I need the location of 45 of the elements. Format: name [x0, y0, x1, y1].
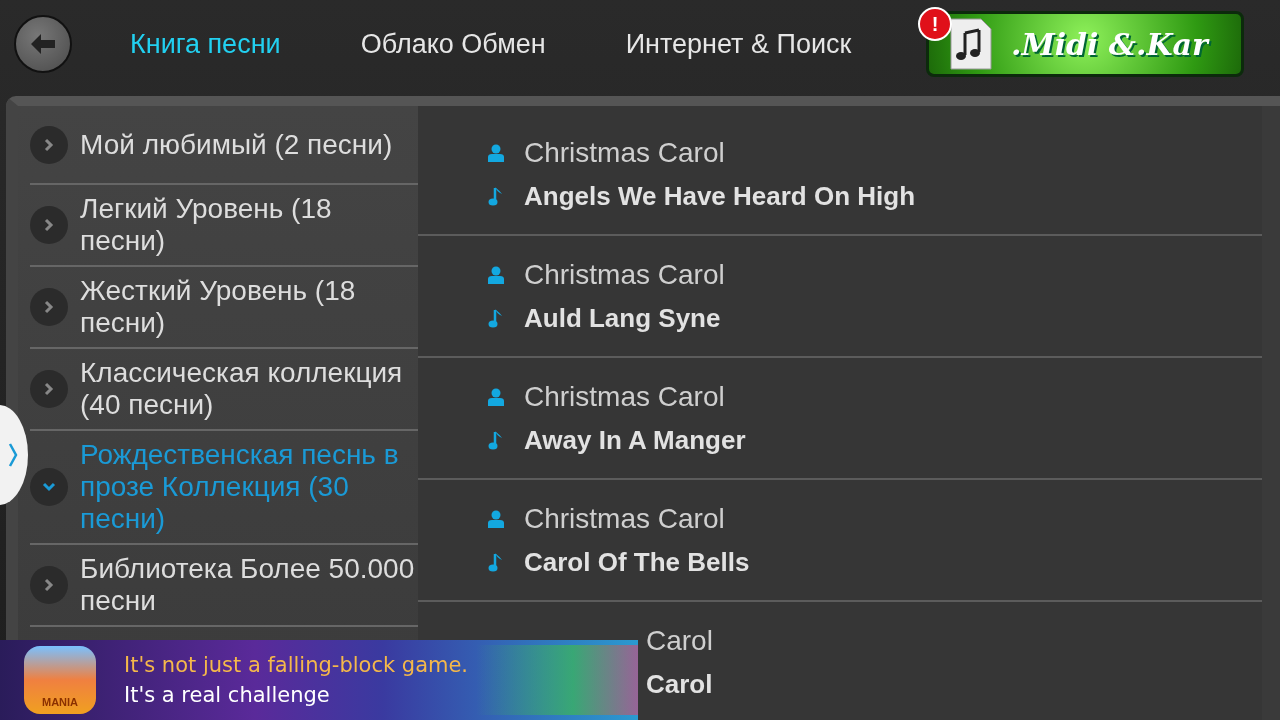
- song-item[interactable]: Christmas Carol Carol Of The Bells: [418, 480, 1262, 602]
- alert-badge: !: [918, 7, 952, 41]
- chevron-right-icon: [8, 442, 18, 468]
- song-item[interactable]: Carol Carol: [640, 602, 1262, 720]
- chevron-right-icon: [30, 125, 68, 164]
- song-item[interactable]: Christmas Carol Away In A Manger: [418, 358, 1262, 480]
- back-arrow-icon: [31, 34, 55, 54]
- category-item[interactable]: Классическая коллекция (40 песни): [30, 349, 418, 431]
- person-icon: [488, 509, 504, 528]
- song-item[interactable]: Christmas Carol Auld Lang Syne: [418, 236, 1262, 358]
- category-item[interactable]: Легкий Уровень (18 песни): [30, 185, 418, 267]
- tab[interactable]: Книга песни: [114, 28, 321, 60]
- chevron-right-icon: [30, 370, 68, 408]
- artist-name: Christmas Carol: [524, 380, 725, 413]
- song-title: Auld Lang Syne: [524, 302, 721, 334]
- category-item[interactable]: Библиотека Более 50.000 песни: [30, 545, 418, 627]
- tab[interactable]: Облако Обмен: [320, 28, 586, 60]
- song-title: Away In A Manger: [524, 424, 746, 456]
- ad-tagline: It's a real challenge: [124, 682, 331, 709]
- music-note-icon: [488, 308, 504, 328]
- person-icon: [488, 387, 504, 406]
- chevron-right-icon: [30, 288, 68, 326]
- ad-banner[interactable]: MANIA It's not just a falling-block game. It's a real challenge: [0, 640, 638, 720]
- chevron-right-icon: [30, 206, 68, 244]
- chevron-down-icon: [30, 468, 68, 506]
- category-item[interactable]: Жесткий Уровень (18 песни): [30, 267, 418, 349]
- music-note-icon: [488, 430, 504, 450]
- ad-headline: It's not just a falling-block game.: [124, 652, 469, 679]
- chevron-right-icon: [30, 566, 68, 604]
- person-icon: [488, 265, 504, 284]
- tab[interactable]: Интернет & Поиск: [585, 28, 892, 60]
- song-title: Carol: [646, 668, 713, 700]
- person-icon: [488, 143, 504, 162]
- artist-name: Christmas Carol: [524, 258, 725, 291]
- song-title: Carol Of The Bells: [524, 546, 750, 578]
- song-title: Angels We Have Heard On High: [524, 180, 916, 212]
- song-item[interactable]: Christmas Carol Angels We Have Heard On High: [418, 114, 1262, 236]
- artist-name: Carol: [646, 624, 713, 657]
- music-file-icon: [949, 17, 993, 71]
- artist-name: Christmas Carol: [524, 136, 725, 169]
- music-note-icon: [488, 552, 504, 572]
- logo-text: MANIA: [41, 696, 79, 710]
- music-note-icon: [488, 186, 504, 206]
- category-item[interactable]: Мой любимый (2 песни): [30, 106, 418, 185]
- artist-name: Christmas Carol: [524, 502, 725, 535]
